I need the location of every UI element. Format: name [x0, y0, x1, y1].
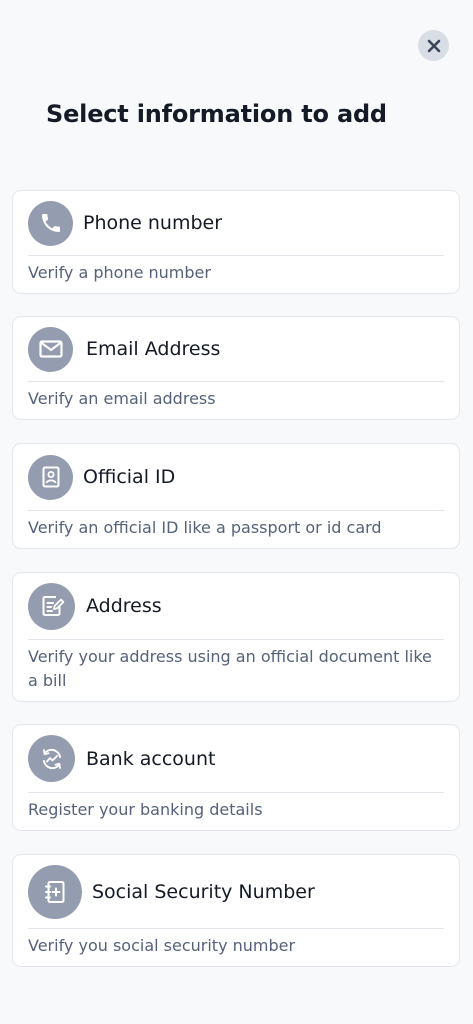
option-label: Official ID	[83, 466, 176, 488]
envelope-icon	[28, 326, 73, 372]
option-card-email-address[interactable]: Email Address Verify an email address	[12, 316, 460, 420]
divider	[28, 510, 444, 511]
divider	[28, 255, 444, 256]
option-card-official-id[interactable]: Official ID Verify an official ID like a…	[12, 443, 460, 549]
option-card-social-security-number[interactable]: Social Security Number Verify you social…	[12, 854, 460, 967]
option-label: Email Address	[86, 338, 221, 360]
close-icon	[427, 39, 440, 52]
page-title: Select information to add	[46, 100, 387, 128]
option-label: Address	[86, 595, 162, 617]
id-card-icon	[28, 454, 73, 500]
option-label: Bank account	[86, 747, 216, 770]
option-card-bank-account[interactable]: Bank account Register your banking detai…	[12, 724, 460, 831]
option-card-address[interactable]: Address Verify your address using an off…	[12, 572, 460, 702]
bank-sync-icon	[28, 735, 75, 782]
option-description: Verify you social security number	[28, 936, 296, 955]
divider	[28, 928, 444, 929]
document-edit-icon	[28, 582, 75, 630]
divider	[28, 381, 444, 382]
option-description: Verify an email address	[28, 389, 216, 408]
phone-icon	[28, 200, 73, 246]
option-description: Verify an official ID like a passport or…	[28, 518, 382, 537]
option-description: Verify a phone number	[28, 263, 211, 282]
option-label: Phone number	[83, 212, 223, 234]
option-card-phone-number[interactable]: Phone number Verify a phone number	[12, 190, 460, 294]
option-description: Register your banking details	[28, 800, 263, 819]
ssn-document-icon	[28, 864, 82, 919]
option-description: Verify your address using an official do…	[28, 647, 432, 690]
close-button[interactable]	[418, 30, 449, 61]
divider	[28, 639, 444, 640]
divider	[28, 792, 444, 793]
option-label: Social Security Number	[92, 880, 315, 903]
